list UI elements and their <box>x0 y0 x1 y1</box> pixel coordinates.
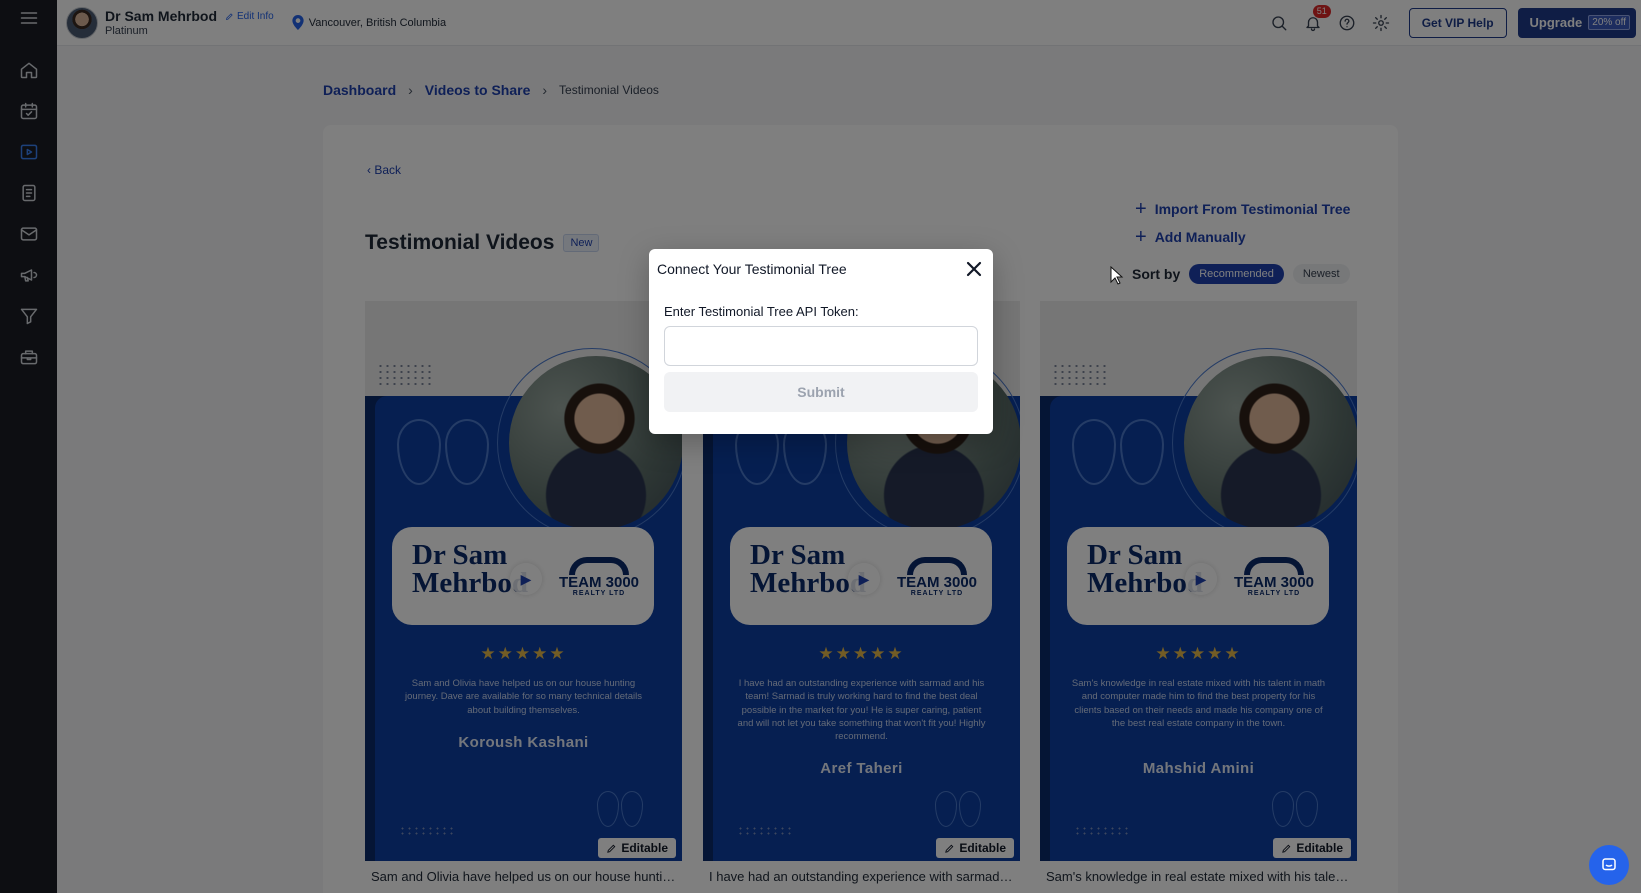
close-button[interactable] <box>965 261 983 279</box>
modal-backdrop[interactable] <box>0 0 1641 893</box>
api-token-label: Enter Testimonial Tree API Token: <box>664 304 859 319</box>
close-icon <box>966 261 982 277</box>
mouse-cursor-icon <box>1110 265 1124 291</box>
dialog-title: Connect Your Testimonial Tree <box>657 261 847 277</box>
connect-testimonial-tree-dialog: Connect Your Testimonial Tree Enter Test… <box>649 249 993 434</box>
chat-icon <box>1602 858 1616 871</box>
chat-launcher-button[interactable] <box>1589 845 1629 885</box>
submit-button[interactable]: Submit <box>664 372 978 412</box>
api-token-input[interactable] <box>664 326 978 366</box>
